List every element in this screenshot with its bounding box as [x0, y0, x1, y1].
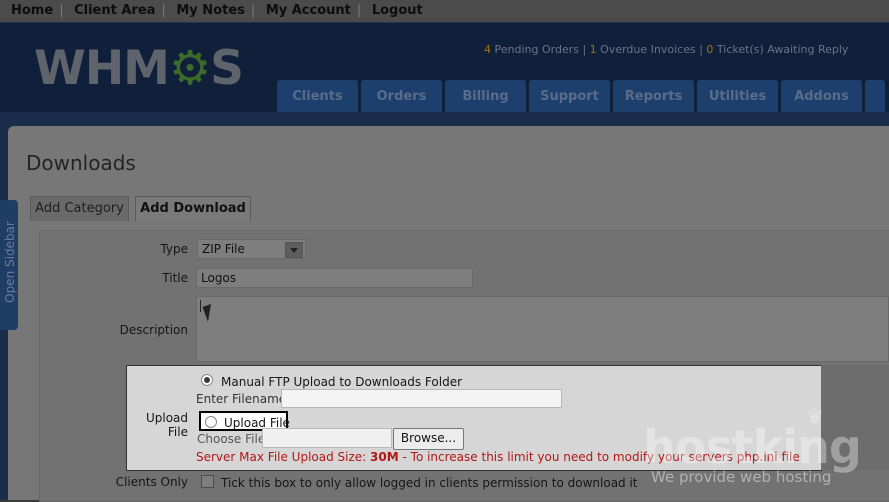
- tab-add-category[interactable]: Add Category: [30, 196, 129, 221]
- tab-addons[interactable]: Addons: [781, 80, 862, 113]
- header-notices: 4 Pending Orders | 1 Overdue Invoices | …: [484, 43, 849, 56]
- type-label: Type: [160, 242, 188, 256]
- nav-my-notes-link[interactable]: My Notes: [176, 3, 245, 18]
- warning-prefix: Server Max File Upload Size:: [196, 450, 371, 464]
- nav-my-account-link[interactable]: My Account: [266, 3, 351, 18]
- upload-file-label: Upload File: [145, 411, 188, 439]
- nav-separator: |: [250, 3, 256, 18]
- text-caret: [200, 300, 201, 312]
- tickets-count: 0: [706, 43, 714, 56]
- gear-icon: ⚙: [168, 41, 211, 96]
- tab-overflow[interactable]: [865, 80, 885, 113]
- file-path-input[interactable]: [262, 428, 392, 448]
- pending-orders-count: 4: [484, 43, 491, 56]
- tab-clients[interactable]: Clients: [277, 80, 358, 113]
- type-select-value: ZIP File: [202, 242, 245, 256]
- tab-utilities[interactable]: Utilities: [697, 80, 778, 113]
- nav-separator: |: [356, 3, 362, 18]
- nav-logout-link[interactable]: Logout: [372, 3, 423, 18]
- tickets-awaiting-link[interactable]: Ticket(s) Awaiting Reply: [717, 43, 849, 56]
- pending-orders-link[interactable]: Pending Orders: [495, 43, 579, 56]
- open-sidebar-label: Open Sidebar: [3, 221, 17, 303]
- manual-ftp-label: Manual FTP Upload to Downloads Folder: [221, 375, 463, 389]
- hostking-tagline: We provide web hosting: [651, 468, 832, 486]
- description-label: Description: [119, 323, 188, 337]
- admin-header: WHM⚙S 4 Pending Orders | 1 Overdue Invoi…: [0, 22, 889, 113]
- tab-add-download[interactable]: Add Download: [135, 196, 251, 221]
- tab-support[interactable]: Support: [529, 80, 610, 113]
- chevron-down-icon: [285, 242, 303, 258]
- nav-separator: |: [161, 3, 166, 18]
- main-menu-tabs: Clients Orders Billing Support Reports U…: [277, 80, 885, 113]
- overdue-invoices-count: 1: [589, 43, 597, 56]
- choose-file-label: Choose File:: [197, 432, 270, 446]
- title-input[interactable]: Logos: [196, 268, 473, 288]
- tab-reports[interactable]: Reports: [613, 80, 694, 113]
- nav-home-link[interactable]: Home: [11, 3, 53, 18]
- type-select[interactable]: ZIP File: [197, 239, 306, 259]
- upload-file-radio[interactable]: [205, 416, 217, 428]
- open-sidebar-toggle[interactable]: Open Sidebar: [0, 200, 18, 330]
- nav-separator: |: [59, 3, 64, 18]
- title-label: Title: [162, 271, 188, 285]
- clients-only-description: Tick this box to only allow logged in cl…: [221, 476, 638, 490]
- browse-button[interactable]: Browse...: [393, 428, 464, 450]
- warning-size: 30M: [370, 450, 399, 464]
- hostking-watermark: hostking: [643, 420, 862, 474]
- description-textarea[interactable]: [196, 296, 889, 362]
- overdue-invoices-link[interactable]: Overdue Invoices: [600, 43, 696, 56]
- nav-client-area-link[interactable]: Client Area: [74, 3, 155, 18]
- page-title: Downloads: [26, 151, 136, 175]
- clients-only-checkbox[interactable]: [201, 475, 214, 488]
- enter-filename-label: Enter Filename:: [196, 392, 291, 406]
- top-navigation: Home | Client Area | My Notes | My Account |…: [0, 0, 889, 22]
- tab-billing[interactable]: Billing: [445, 80, 526, 113]
- tab-orders[interactable]: Orders: [361, 80, 442, 113]
- whmcs-logo[interactable]: WHM⚙S: [34, 41, 244, 96]
- filename-input[interactable]: [281, 389, 562, 408]
- manual-ftp-radio[interactable]: [201, 374, 213, 386]
- clients-only-label: Clients Only: [115, 475, 188, 489]
